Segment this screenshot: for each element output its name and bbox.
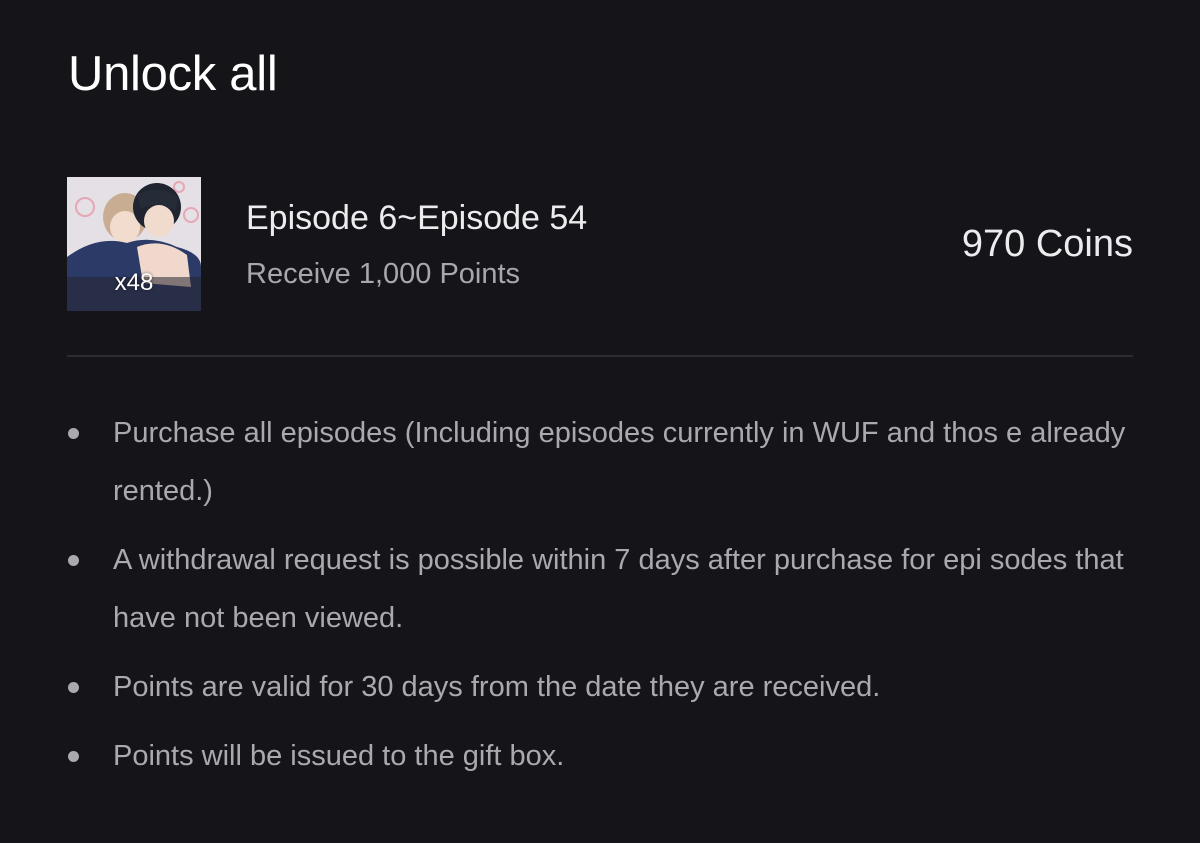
bullet-dot-icon xyxy=(68,555,79,566)
divider xyxy=(67,355,1133,357)
note-text: Points are valid for 30 days from the da… xyxy=(113,671,881,703)
list-item: Points will be issued to the gift box. xyxy=(60,727,1133,785)
episode-range: Episode 6~Episode 54 xyxy=(246,199,588,237)
bullet-dot-icon xyxy=(68,428,79,439)
bundle-price[interactable]: 970 Coins xyxy=(962,221,1133,267)
note-text: Points will be issued to the gift box. xyxy=(113,740,565,772)
note-text: Purchase all episodes (Including episode… xyxy=(113,417,1126,507)
page-title: Unlock all xyxy=(68,47,278,101)
points-reward: Receive 1,000 Points xyxy=(246,258,521,290)
list-item: Purchase all episodes (Including episode… xyxy=(60,404,1133,520)
episode-count-badge: x48 xyxy=(114,269,154,296)
bullet-dot-icon xyxy=(68,682,79,693)
note-text: A withdrawal request is possible within … xyxy=(113,544,1124,634)
list-item: A withdrawal request is possible within … xyxy=(60,531,1133,647)
unlock-all-bundle-row[interactable]: x48 Episode 6~Episode 54 Receive 1,000 P… xyxy=(67,177,1133,311)
purchase-notes-list: Purchase all episodes (Including episode… xyxy=(60,404,1150,796)
bullet-dot-icon xyxy=(68,751,79,762)
series-thumbnail: x48 xyxy=(67,177,201,311)
list-item: Points are valid for 30 days from the da… xyxy=(60,658,1133,716)
